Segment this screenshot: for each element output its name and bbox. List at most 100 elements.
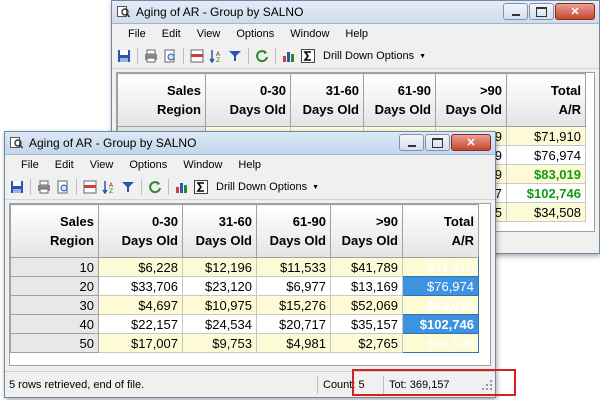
print-preview-icon[interactable] [162,48,178,64]
minimize-button[interactable] [399,134,424,151]
back-drill-down-options-button[interactable]: Drill Down Options ▼ [319,50,430,62]
menu-help[interactable]: Help [230,157,269,173]
table-row[interactable]: 10 $6,228 $12,196 $11,533 $41,789 $71,91… [10,257,479,277]
table-cell[interactable]: $41,789 [330,257,403,277]
back-minimize-button[interactable] [503,3,528,20]
filter-icon[interactable] [227,48,243,64]
total-cell-highlighted[interactable]: $83,019 [402,295,479,315]
total-cell-highlighted[interactable]: $102,746 [402,314,479,334]
print-icon[interactable] [143,48,159,64]
back-title-bar[interactable]: Aging of AR - Group by SALNO ✕ [112,1,599,24]
table-row[interactable]: 40 $22,157 $24,534 $20,717 $35,157 $102,… [10,314,479,334]
sum-icon[interactable] [193,179,209,195]
col-header-over-90[interactable]: >90 Days Old [435,73,507,127]
menu-file[interactable]: File [13,157,47,173]
table-cell[interactable]: $24,534 [182,314,257,334]
refresh-icon[interactable] [147,179,163,195]
col-header-31-60[interactable]: 31-60 Days Old [290,73,364,127]
table-row[interactable]: 50 $17,007 $9,753 $4,981 $2,765 $34,508 [10,333,479,353]
table-cell[interactable]: $6,977 [256,276,331,296]
table-cell[interactable]: $22,157 [98,314,183,334]
sum-icon[interactable] [300,48,316,64]
sort-icon[interactable]: AZ [101,179,117,195]
svg-text:Z: Z [216,57,220,63]
title-bar[interactable]: Aging of AR - Group by SALNO ✕ [5,132,495,155]
table-cell[interactable]: $10,975 [182,295,257,315]
print-icon[interactable] [36,179,52,195]
back-menu-file[interactable]: File [120,26,154,42]
col-header-over-90[interactable]: >90 Days Old [330,204,403,258]
col-header-0-30[interactable]: 0-30 Days Old [205,73,291,127]
col-header-61-90[interactable]: 61-90 Days Old [363,73,436,127]
total-cell[interactable]: $71,910 [506,126,586,146]
refresh-icon[interactable] [254,48,270,64]
table-cell[interactable]: $2,765 [330,333,403,353]
col-header-31-60[interactable]: 31-60 Days Old [182,204,257,258]
menu-options[interactable]: Options [121,157,175,173]
report-icon [10,137,23,149]
toolbar-separator [141,179,142,195]
menu-view[interactable]: View [82,157,122,173]
col-header-sales-region[interactable]: Sales Region [10,204,99,258]
back-close-button[interactable]: ✕ [555,3,595,20]
table-cell[interactable]: $13,169 [330,276,403,296]
col-header-sales-region[interactable]: Sales Region [117,73,206,127]
row-header[interactable]: 20 [10,276,99,296]
table-cell[interactable]: $23,120 [182,276,257,296]
maximize-icon [530,4,553,19]
total-cell-highlighted[interactable]: $83,019 [506,164,586,184]
chart-icon[interactable] [281,48,297,64]
back-menu-bar: File Edit View Options Window Help [112,24,599,44]
back-maximize-button[interactable] [529,3,554,20]
drill-down-label: Drill Down Options [323,50,415,62]
front-window[interactable]: Aging of AR - Group by SALNO ✕ File Edit… [4,131,496,398]
menu-edit[interactable]: Edit [47,157,82,173]
results-grid[interactable]: Sales Region 0-30 Days Old 31-60 Days Old 6… [9,203,491,366]
filter-icon[interactable] [120,179,136,195]
col-header-total-ar[interactable]: Total A/R [402,204,479,258]
back-menu-options[interactable]: Options [228,26,282,42]
back-menu-view[interactable]: View [189,26,229,42]
row-header[interactable]: 30 [10,295,99,315]
table-cell[interactable]: $33,706 [98,276,183,296]
table-cell[interactable]: $17,007 [98,333,183,353]
col-header-61-90[interactable]: 61-90 Days Old [256,204,331,258]
table-cell[interactable]: $9,753 [182,333,257,353]
table-cell[interactable]: $4,981 [256,333,331,353]
maximize-button[interactable] [425,134,450,151]
table-row[interactable]: 20 $33,706 $23,120 $6,977 $13,169 $76,97… [10,276,479,296]
print-preview-icon[interactable] [55,179,71,195]
save-icon[interactable] [9,179,25,195]
table-cell[interactable]: $15,276 [256,295,331,315]
drill-down-options-button[interactable]: Drill Down Options ▼ [212,181,323,193]
table-cell[interactable]: $20,717 [256,314,331,334]
row-header[interactable]: 40 [10,314,99,334]
back-menu-help[interactable]: Help [337,26,376,42]
row-header[interactable]: 10 [10,257,99,277]
back-menu-edit[interactable]: Edit [154,26,189,42]
total-cell[interactable]: $34,508 [506,202,586,222]
total-cell[interactable]: $76,974 [402,276,479,296]
back-menu-window[interactable]: Window [282,26,337,42]
total-cell[interactable]: $76,974 [506,145,586,165]
total-cell-highlighted[interactable]: $102,746 [506,183,586,203]
sort-icon[interactable]: AZ [208,48,224,64]
total-cell[interactable]: $34,508 [402,333,479,353]
save-icon[interactable] [116,48,132,64]
table-cell[interactable]: $4,697 [98,295,183,315]
table-cell[interactable]: $52,069 [330,295,403,315]
table-cell[interactable]: $35,157 [330,314,403,334]
chart-icon[interactable] [174,179,190,195]
total-cell[interactable]: $71,910 [402,257,479,277]
row-header[interactable]: 50 [10,333,99,353]
table-cell[interactable]: $6,228 [98,257,183,277]
layout-icon[interactable] [189,48,205,64]
table-cell[interactable]: $12,196 [182,257,257,277]
table-row[interactable]: 30 $4,697 $10,975 $15,276 $52,069 $83,01… [10,295,479,315]
col-header-0-30[interactable]: 0-30 Days Old [98,204,183,258]
table-cell[interactable]: $11,533 [256,257,331,277]
close-button[interactable]: ✕ [451,134,491,151]
menu-window[interactable]: Window [175,157,230,173]
layout-icon[interactable] [82,179,98,195]
col-header-total-ar[interactable]: Total A/R [506,73,586,127]
